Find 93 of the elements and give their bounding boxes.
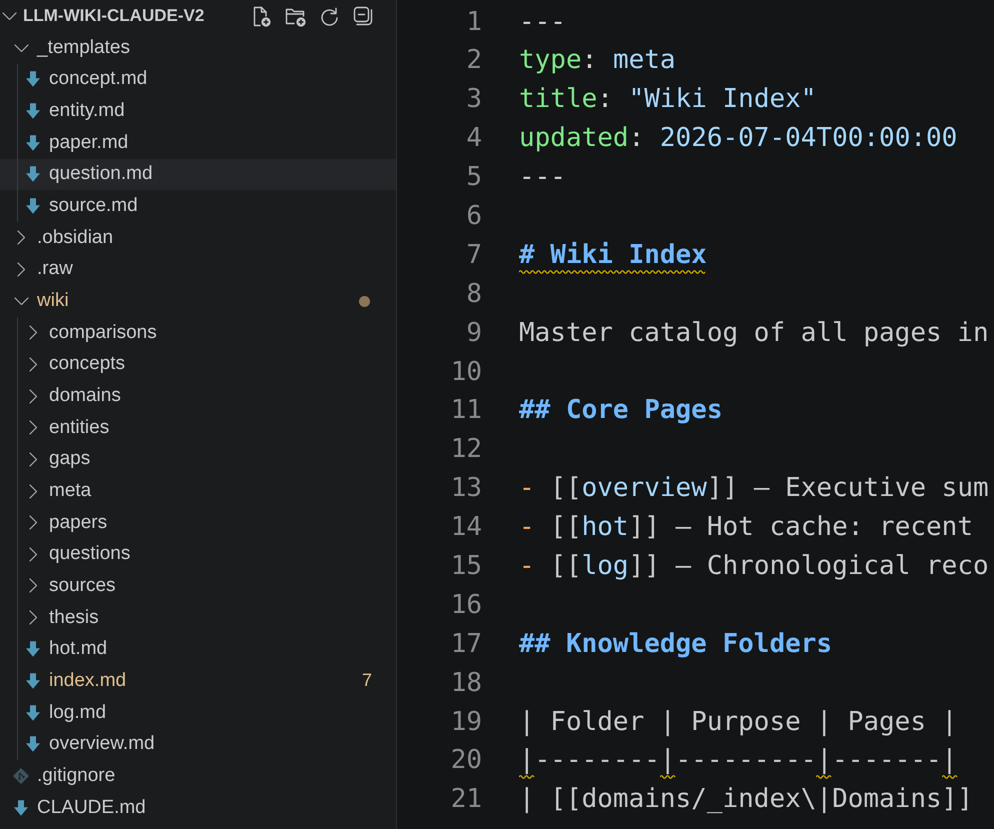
folder-item[interactable]: sources: [0, 570, 396, 602]
file-item[interactable]: overview.md: [0, 728, 396, 760]
chevron-right-icon[interactable]: [28, 356, 38, 372]
code-line: - [[hot]] — Hot cache: recent: [519, 511, 973, 544]
down-arrow-icon: [26, 672, 40, 689]
folder-item[interactable]: domains: [0, 380, 396, 412]
chevron-down-icon[interactable]: [2, 12, 17, 20]
chevron-right-icon[interactable]: [28, 452, 38, 467]
project-title[interactable]: LLM-WIKI-CLAUDE-V2: [23, 6, 204, 26]
line-number: 6: [465, 200, 482, 233]
down-arrow-icon: [26, 704, 40, 721]
chevron-right-icon[interactable]: [28, 515, 38, 530]
line-number: 16: [450, 588, 482, 622]
chevron-right-icon[interactable]: [16, 262, 26, 277]
line-number: 7: [465, 238, 482, 272]
folder-item[interactable]: meta: [0, 475, 396, 507]
code-line: ---: [519, 161, 566, 194]
line-number: 21: [450, 783, 482, 816]
git-diamond-icon: [13, 768, 29, 784]
file-item[interactable]: index.md 7: [0, 665, 396, 697]
code-line: ## Knowledge Folders: [519, 628, 832, 661]
modified-dot-icon: [359, 296, 370, 307]
line-number: 18: [450, 666, 482, 700]
line-number: 10: [450, 356, 482, 389]
chevron-right-icon[interactable]: [16, 230, 26, 246]
chevron-right-icon[interactable]: [28, 388, 38, 404]
file-item[interactable]: hot.md: [0, 633, 396, 666]
chevron-right-icon[interactable]: [28, 484, 38, 499]
down-arrow-icon: [26, 103, 40, 120]
folder-item[interactable]: thesis: [0, 602, 396, 634]
line-number: 12: [450, 433, 482, 466]
file-item[interactable]: entity.md: [0, 95, 396, 127]
file-item[interactable]: concept.md: [0, 64, 396, 96]
line-number: 8: [465, 278, 482, 311]
folder-item[interactable]: wiki: [0, 285, 396, 317]
file-item[interactable]: paper.md: [0, 126, 396, 159]
code-line: - [[log]] — Chronological reco: [519, 550, 989, 583]
code-line: | Folder | Purpose | Pages |: [519, 706, 958, 739]
folder-item[interactable]: _templates: [0, 32, 396, 64]
code-line: ## Core Pages: [519, 394, 722, 428]
chevron-down-icon[interactable]: [14, 44, 28, 52]
chevron-right-icon[interactable]: [28, 420, 38, 436]
folder-item[interactable]: concepts: [0, 348, 396, 380]
down-arrow-icon: [26, 166, 40, 182]
line-number: 4: [465, 122, 482, 156]
code-line: - [[overview]] — Executive sum: [519, 472, 989, 506]
file-item[interactable]: CLAUDE.md: [0, 792, 396, 824]
code-line: # Wiki Index: [519, 238, 707, 272]
line-number: 15: [450, 550, 482, 583]
chevron-right-icon[interactable]: [28, 610, 38, 626]
folder-item[interactable]: comparisons: [0, 316, 396, 349]
code-line: updated: 2026-07-04T00:00:00: [519, 122, 958, 156]
folder-item[interactable]: papers: [0, 506, 396, 538]
file-plus-icon: [251, 6, 271, 26]
change-count: 7: [362, 670, 372, 692]
line-number: 2: [465, 44, 482, 78]
code-line: type: meta: [519, 44, 676, 78]
line-number: 19: [450, 706, 482, 739]
chevron-right-icon[interactable]: [28, 546, 38, 562]
line-number: 9: [465, 316, 482, 350]
line-number: 3: [465, 83, 482, 116]
line-number: 1: [465, 6, 482, 38]
down-arrow-icon: [26, 736, 40, 752]
chevron-right-icon[interactable]: [28, 578, 38, 594]
folder-item[interactable]: .obsidian: [0, 222, 396, 254]
folder-item[interactable]: .raw: [0, 254, 396, 286]
line-number: 13: [450, 472, 482, 506]
file-item[interactable]: log.md: [0, 696, 396, 728]
folder-item[interactable]: gaps: [0, 444, 396, 476]
line-number: 17: [450, 628, 482, 661]
file-item[interactable]: .gitignore: [0, 760, 396, 792]
code-line: Master catalog of all pages in: [519, 316, 989, 350]
down-arrow-icon: [26, 71, 40, 88]
down-arrow-icon: [14, 800, 28, 816]
refresh-icon: [320, 6, 338, 26]
down-arrow-icon: [26, 198, 40, 214]
file-item[interactable]: source.md: [0, 190, 396, 222]
line-number: 5: [465, 161, 482, 194]
folder-item[interactable]: entities: [0, 412, 396, 444]
chevron-right-icon[interactable]: [28, 325, 38, 340]
code-line: title: "Wiki Index": [519, 83, 816, 116]
file-item[interactable]: question.md: [0, 158, 396, 190]
line-number: 11: [450, 394, 482, 428]
code-line: |--------|---------|-------|: [519, 744, 958, 778]
down-arrow-icon: [26, 134, 40, 151]
line-number: 14: [450, 511, 482, 544]
folder-item[interactable]: questions: [0, 538, 396, 570]
line-number: 20: [450, 744, 482, 778]
code-line: | [[domains/_index\|Domains]]: [519, 783, 973, 816]
down-arrow-icon: [26, 641, 40, 658]
code-line: ---: [519, 6, 566, 38]
chevron-down-icon[interactable]: [14, 296, 28, 306]
collapse-square-icon: [353, 6, 373, 26]
